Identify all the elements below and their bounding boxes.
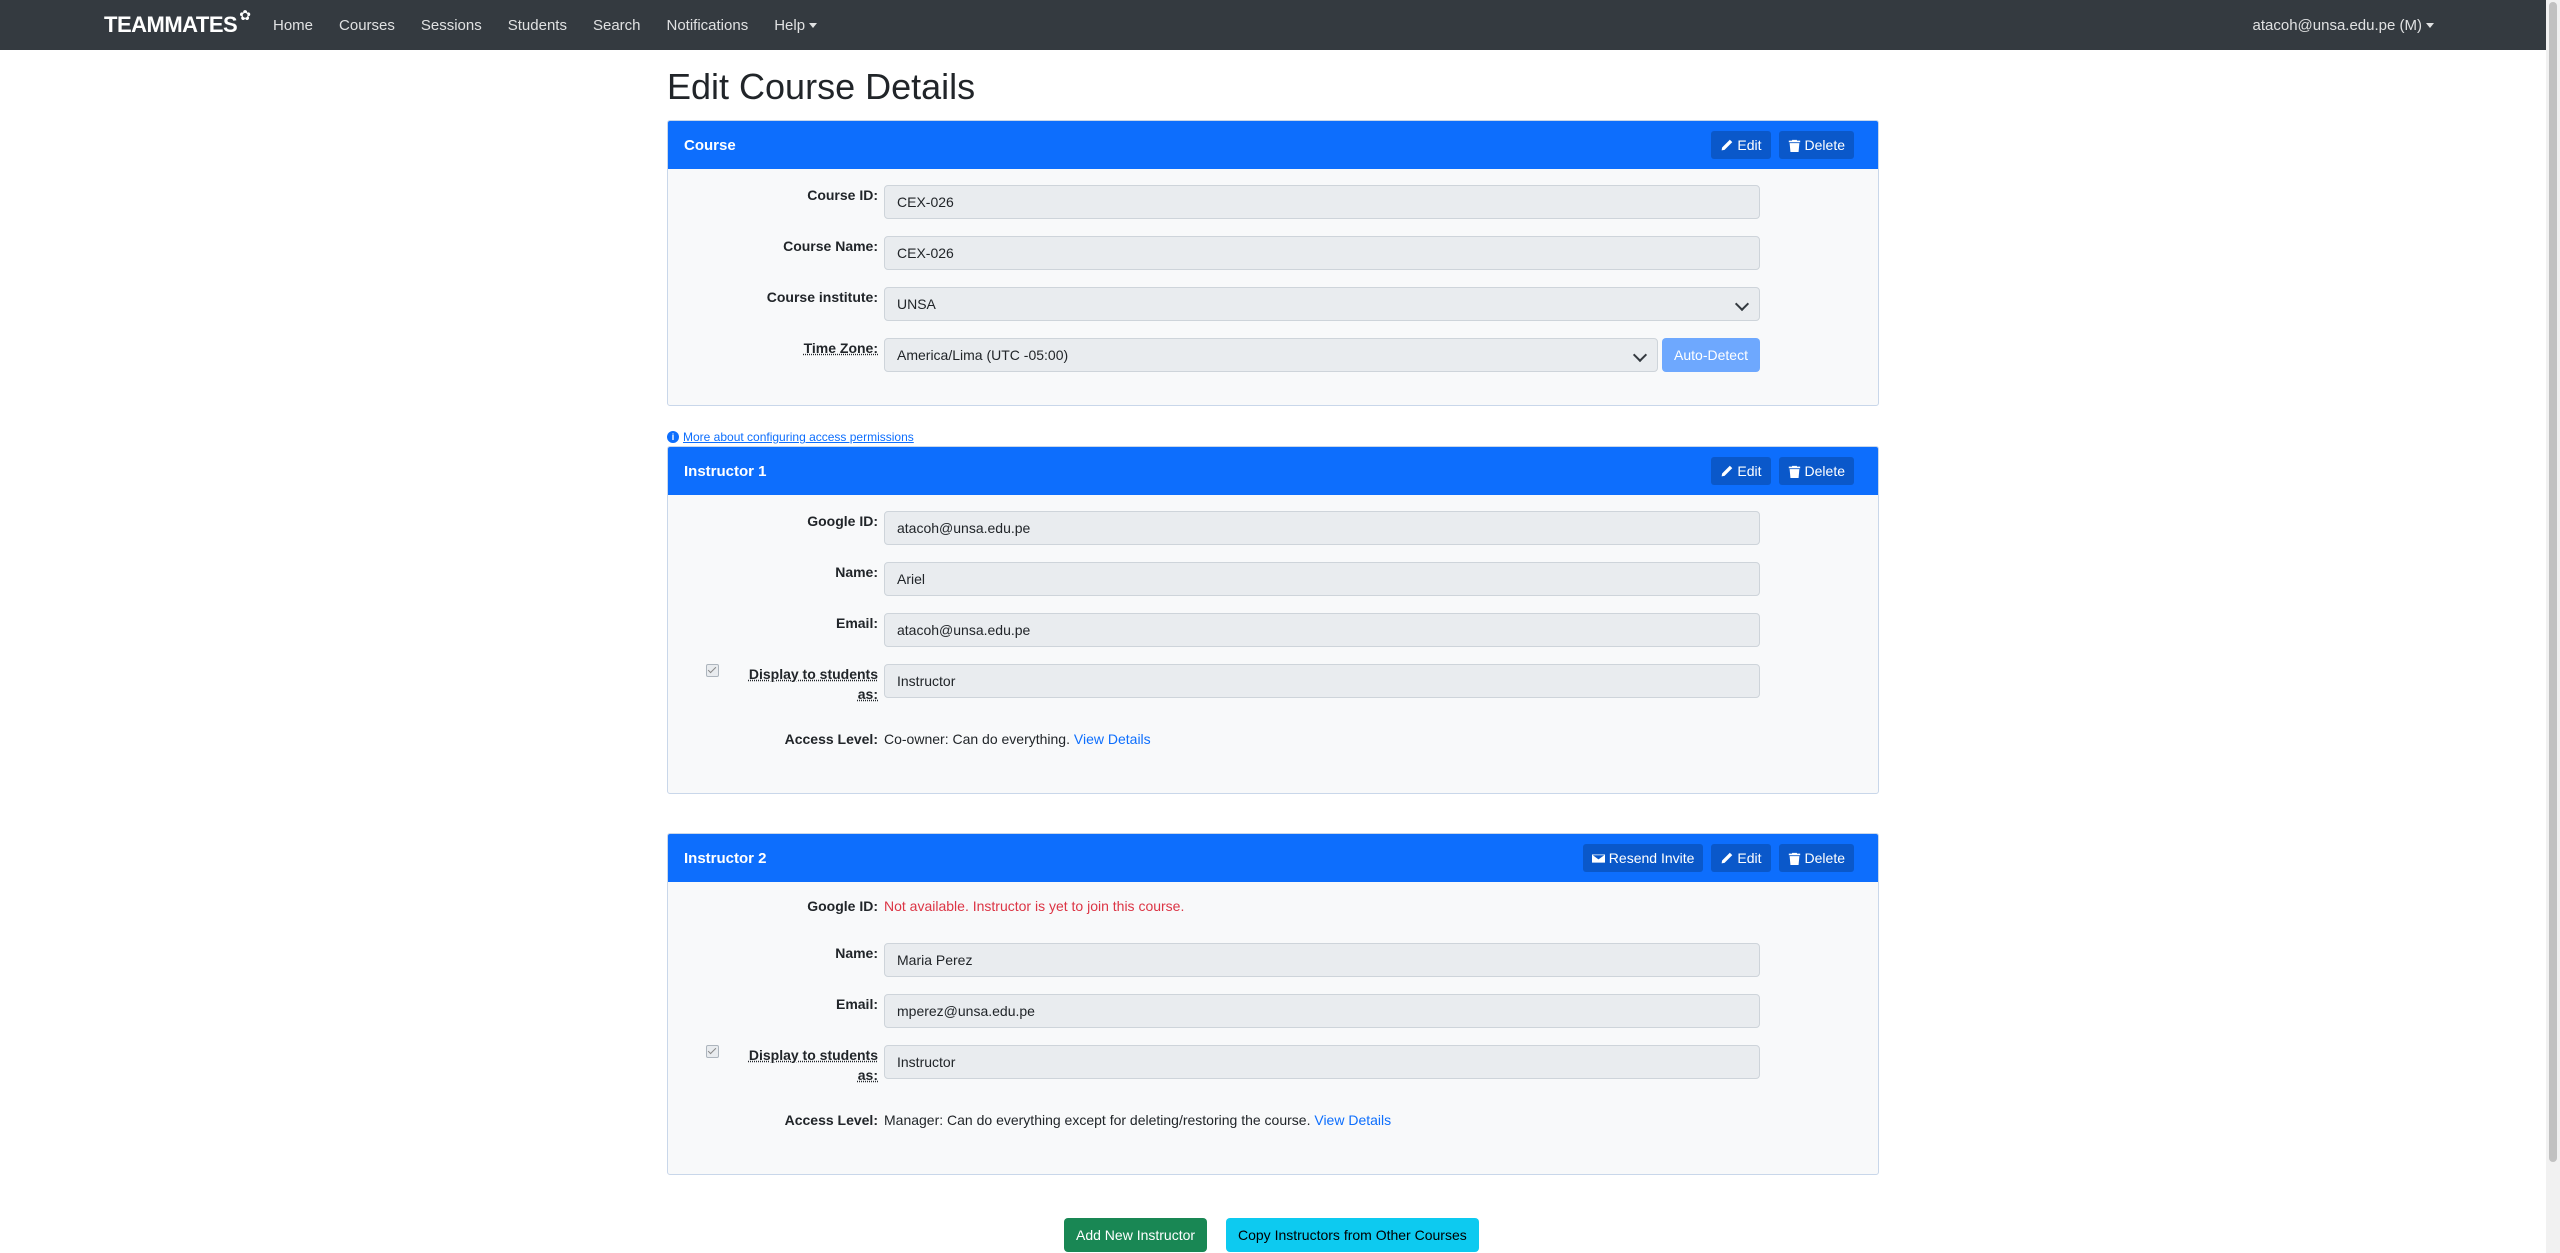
permissions-info-link[interactable]: i More about configuring access permissi… [667,430,914,444]
nav-search[interactable]: Search [580,17,654,34]
email-label: Email: [835,615,878,631]
course-id-label: Course ID: [807,187,878,203]
timezone-label: Time Zone: [803,340,878,356]
instructor-1-delete-label: Delete [1804,463,1845,479]
nav-help[interactable]: Help [761,17,830,34]
display-label-line2: as: [857,686,878,702]
pencil-icon [1722,852,1733,863]
trash-icon [1788,139,1800,152]
instructor-2-email-field[interactable]: mperez@unsa.edu.pe [884,994,1760,1028]
display-label: Display to students as: [749,664,878,704]
nav-links: Home Courses Sessions Students Search No… [260,0,830,50]
course-card: Course Edit Delete Course ID: CEX-026 Co… [667,120,1879,406]
instructor-2-name-field[interactable]: Maria Perez [884,943,1760,977]
display-checkbox[interactable] [706,1045,719,1058]
name-label: Name: [835,564,878,580]
instructor-card-1: Instructor 1 Edit Delete Google ID: atac… [667,446,1879,794]
nav-courses[interactable]: Courses [326,17,408,34]
nav-notifications[interactable]: Notifications [654,17,762,34]
view-details-link[interactable]: View Details [1314,1112,1391,1128]
pencil-icon [1722,139,1733,150]
vertical-scrollbar[interactable] [2546,0,2560,1253]
chevron-down-icon [1734,296,1750,312]
top-navbar: TEAMMATES ✿ Home Courses Sessions Studen… [0,0,2546,50]
course-edit-button[interactable]: Edit [1711,131,1771,159]
access-level-text: Manager: Can do everything except for de… [884,1112,1311,1128]
brand-text: TEAMMATES [104,12,238,37]
google-id-unavailable-text: Not available. Instructor is yet to join… [884,898,1185,914]
brand-logo[interactable]: TEAMMATES ✿ [104,7,251,43]
info-icon: i [667,431,679,443]
google-id-label: Google ID: [807,898,878,914]
instructor-1-edit-label: Edit [1737,463,1762,479]
course-card-title: Course [684,136,736,154]
caret-down-icon [809,23,818,29]
nav-sessions[interactable]: Sessions [408,17,495,34]
caret-down-icon [2426,22,2434,28]
user-menu[interactable]: atacoh@unsa.edu.pe (M) [2252,0,2434,50]
instructor-2-edit-label: Edit [1737,850,1762,866]
course-delete-button[interactable]: Delete [1778,131,1854,159]
nav-home[interactable]: Home [260,17,326,34]
institute-label: Course institute: [766,289,878,305]
instructor-card-2: Instructor 2 Resend Invite Edit Delete G… [667,833,1879,1175]
course-id-field[interactable]: CEX-026 [884,185,1760,219]
instructor-2-display-field[interactable]: Instructor [884,1045,1760,1079]
instructor-1-delete-button[interactable]: Delete [1778,457,1854,485]
access-level-label: Access Level: [784,1112,878,1128]
page-title: Edit Course Details [667,66,976,107]
view-details-link[interactable]: View Details [1074,731,1151,747]
name-label: Name: [835,945,878,961]
pencil-icon [1722,465,1733,476]
trash-icon [1788,852,1800,865]
envelope-icon [1591,853,1605,863]
instructor-2-title: Instructor 2 [684,849,767,867]
instructor-1-title: Instructor 1 [684,462,767,480]
copy-instructors-button[interactable]: Copy Instructors from Other Courses [1226,1218,1479,1252]
course-delete-label: Delete [1804,137,1845,153]
permissions-link-text: More about configuring access permission… [683,430,914,444]
brand-mark-icon: ✿ [239,6,251,23]
instructor-1-edit-button[interactable]: Edit [1711,457,1771,485]
display-label-line2: as: [857,1067,878,1083]
auto-detect-button[interactable]: Auto-Detect [1662,338,1760,372]
instructor-2-header: Instructor 2 Resend Invite Edit Delete [668,834,1878,882]
instructor-1-email-field[interactable]: atacoh@unsa.edu.pe [884,613,1760,647]
email-label: Email: [835,996,878,1012]
user-menu-label: atacoh@unsa.edu.pe (M) [2252,16,2423,34]
chevron-down-icon [1632,347,1648,363]
resend-invite-label: Resend Invite [1608,850,1695,866]
instructor-1-google-id-field[interactable]: atacoh@unsa.edu.pe [884,511,1760,545]
instructor-1-display-field[interactable]: Instructor [884,664,1760,698]
instructor-1-name-field[interactable]: Ariel [884,562,1760,596]
access-level-label: Access Level: [784,731,878,747]
instructor-2-delete-label: Delete [1804,850,1845,866]
google-id-label: Google ID: [807,513,878,529]
display-label: Display to students as: [749,1045,878,1085]
scrollbar-thumb[interactable] [2549,2,2557,1162]
nav-students[interactable]: Students [495,17,580,34]
display-label-line1: Display to students [748,1047,878,1063]
course-name-field[interactable]: CEX-026 [884,236,1760,270]
instructor-1-header: Instructor 1 Edit Delete [668,447,1878,495]
display-checkbox[interactable] [706,664,719,677]
timezone-select[interactable]: America/Lima (UTC -05:00) [884,338,1658,372]
trash-icon [1788,465,1800,478]
add-new-instructor-button[interactable]: Add New Instructor [1064,1218,1208,1252]
course-card-header: Course Edit Delete [668,121,1878,169]
instructor-2-delete-button[interactable]: Delete [1778,844,1854,872]
display-label-line1: Display to students [748,666,878,682]
institute-value: UNSA [897,296,936,312]
access-level-text: Co-owner: Can do everything. [884,731,1070,747]
timezone-value: America/Lima (UTC -05:00) [897,347,1069,363]
access-level-value: Manager: Can do everything except for de… [884,1112,1391,1128]
course-edit-label: Edit [1737,137,1762,153]
course-name-label: Course Name: [783,238,878,254]
resend-invite-button[interactable]: Resend Invite [1582,844,1704,872]
instructor-2-edit-button[interactable]: Edit [1711,844,1771,872]
nav-help-label: Help [774,16,806,34]
institute-select[interactable]: UNSA [884,287,1760,321]
access-level-value: Co-owner: Can do everything. View Detail… [884,731,1151,747]
